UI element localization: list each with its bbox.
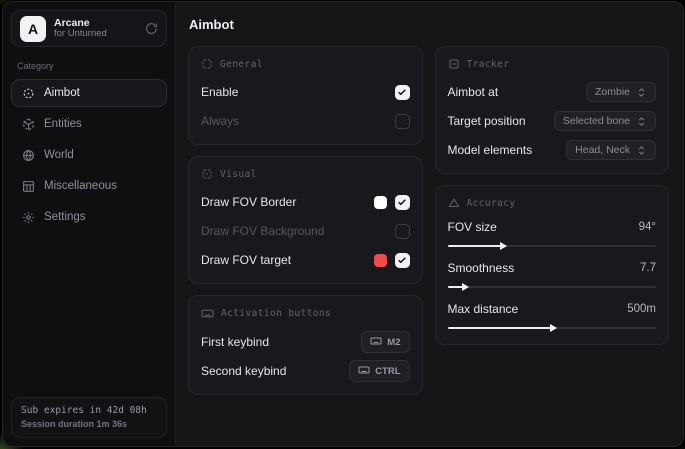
second-keybind-button[interactable]: CTRL [349, 360, 409, 382]
sub-expires-text: Sub expires in 42d 08h [21, 405, 157, 416]
max-distance-slider[interactable] [448, 323, 657, 332]
sidebar-item-label: Settings [44, 211, 86, 223]
entities-icon [22, 118, 35, 131]
fov-size-slider[interactable] [448, 241, 657, 250]
app-subtitle: for Unturned [54, 29, 137, 40]
setting-row-aimbot-at: Aimbot at Zombie [448, 81, 657, 103]
visual-icon [201, 168, 213, 180]
setting-row-target-position: Target position Selected bone [448, 110, 657, 132]
setting-row-fov-size: FOV size 94° [448, 220, 657, 250]
card-title: General [220, 59, 263, 70]
main-content: Aimbot General Enable [176, 2, 683, 446]
setting-row-second-keybind: Second keybind CTRL [201, 360, 410, 382]
fov-target-checkbox[interactable] [395, 253, 410, 268]
fov-border-color-swatch[interactable] [374, 196, 387, 209]
general-icon [201, 58, 213, 70]
always-checkbox[interactable] [395, 114, 410, 129]
setting-row-first-keybind: First keybind M2 [201, 331, 410, 353]
max-distance-value: 500m [627, 303, 656, 315]
chevrons-up-down-icon [636, 145, 647, 156]
fov-size-value: 94° [639, 221, 656, 233]
card-title: Activation buttons [221, 308, 331, 319]
sidebar-item-label: World [44, 149, 74, 161]
app-window: A Arcane for Unturned Category Aimbot En… [2, 1, 684, 447]
card-title: Visual [220, 169, 257, 180]
card-title: Tracker [467, 59, 510, 70]
crosshair-icon [22, 87, 35, 100]
app-logo: A [20, 16, 46, 42]
aimbot-at-select[interactable]: Zombie [586, 82, 656, 102]
setting-row-model-elements: Model elements Head, Neck [448, 139, 657, 161]
card-title: Accuracy [467, 198, 516, 209]
target-position-select[interactable]: Selected bone [554, 111, 656, 131]
sidebar-item-settings[interactable]: Settings [11, 203, 167, 231]
sidebar-item-world[interactable]: World [11, 141, 167, 169]
grid-icon [22, 180, 35, 193]
left-column: General Enable Always [188, 46, 423, 406]
globe-icon [22, 149, 35, 162]
refresh-icon[interactable] [145, 22, 158, 35]
category-label: Category [17, 61, 161, 71]
right-column: Tracker Aimbot at Zombie Target position [435, 46, 670, 406]
page-title: Aimbot [189, 17, 669, 32]
tracker-card: Tracker Aimbot at Zombie Target position [435, 46, 670, 174]
sidebar-item-label: Aimbot [44, 87, 80, 99]
slider-thumb[interactable] [462, 283, 469, 291]
fov-border-checkbox[interactable] [395, 195, 410, 210]
setting-row-fov-background: Draw FOV Background [201, 220, 410, 242]
gear-icon [22, 211, 35, 224]
accuracy-card: Accuracy FOV size 94° [435, 185, 670, 345]
visual-card: Visual Draw FOV Border Draw FOV Backgrou… [188, 156, 423, 284]
tracker-icon [448, 58, 460, 70]
sidebar-item-entities[interactable]: Entities [11, 110, 167, 138]
enable-checkbox[interactable] [395, 85, 410, 100]
sidebar-item-miscellaneous[interactable]: Miscellaneous [11, 172, 167, 200]
sidebar: A Arcane for Unturned Category Aimbot En… [3, 2, 176, 446]
keyboard-icon [201, 307, 214, 320]
smoothness-value: 7.7 [640, 262, 656, 274]
smoothness-slider[interactable] [448, 282, 657, 291]
activation-card: Activation buttons First keybind M2 Seco… [188, 295, 423, 395]
sidebar-item-label: Miscellaneous [44, 180, 117, 192]
chevrons-up-down-icon [636, 87, 647, 98]
session-duration-text: Session duration 1m 36s [21, 419, 157, 429]
sidebar-item-aimbot[interactable]: Aimbot [11, 79, 167, 107]
slider-thumb[interactable] [550, 324, 557, 332]
setting-row-smoothness: Smoothness 7.7 [448, 261, 657, 291]
setting-row-max-distance: Max distance 500m [448, 302, 657, 332]
triangle-icon [448, 197, 460, 209]
keyboard-icon [370, 335, 382, 350]
setting-row-fov-border: Draw FOV Border [201, 191, 410, 213]
setting-row-enable: Enable [201, 81, 410, 103]
slider-thumb[interactable] [500, 242, 507, 250]
subscription-card: Sub expires in 42d 08h Session duration … [11, 397, 167, 438]
setting-row-fov-target: Draw FOV target [201, 249, 410, 271]
model-elements-select[interactable]: Head, Neck [566, 140, 656, 160]
setting-row-always: Always [201, 110, 410, 132]
fov-target-color-swatch[interactable] [374, 254, 387, 267]
first-keybind-button[interactable]: M2 [361, 331, 409, 353]
chevrons-up-down-icon [636, 116, 647, 127]
sidebar-item-label: Entities [44, 118, 82, 130]
general-card: General Enable Always [188, 46, 423, 145]
keyboard-icon [358, 364, 370, 379]
brand-card: A Arcane for Unturned [11, 10, 167, 47]
fov-background-checkbox[interactable] [395, 224, 410, 239]
